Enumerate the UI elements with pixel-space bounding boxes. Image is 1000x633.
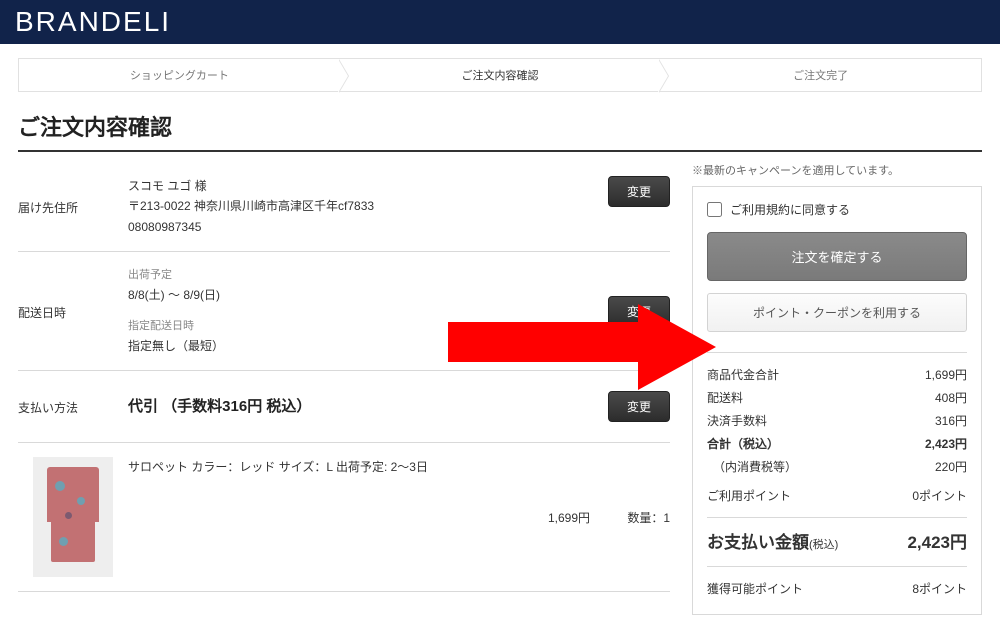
main-column: 届け先住所 スコモ ユゴ 様 〒213-0022 神奈川県川崎市高津区千年cf7… <box>18 162 670 615</box>
payment-section: 支払い方法 代引 （手数料316円 税込） 変更 <box>18 371 670 443</box>
item-size: サイズ：L <box>279 460 333 474</box>
subtotal-value: 1,699円 <box>925 366 967 383</box>
checkout-progress: ショッピングカート ご注文内容確認 ご注文完了 <box>18 58 982 92</box>
change-shipping-button[interactable]: 変更 <box>608 176 670 207</box>
ship-schedule-label: 出荷予定 <box>128 266 608 285</box>
payment-label: 支払い方法 <box>18 397 128 416</box>
brand-logo: BRANDELI <box>15 6 171 38</box>
product-image <box>33 457 113 577</box>
agree-label: ご利用規約に同意する <box>730 201 850 218</box>
delivery-section: 配送日時 出荷予定 8/8(土) ～ 8/9(日) 指定配送日時 指定無し（最短… <box>18 252 670 371</box>
payamount-value: 2,423円 <box>907 528 967 553</box>
agree-terms-row[interactable]: ご利用規約に同意する <box>707 201 967 218</box>
payment-method: 代引 （手数料316円 税込） <box>128 398 311 415</box>
payfee-label: 決済手数料 <box>707 412 767 429</box>
specified-date-label: 指定配送日時 <box>128 317 608 336</box>
usepoint-label: ご利用ポイント <box>707 487 791 504</box>
earnpoint-label: 獲得可能ポイント <box>707 580 803 597</box>
delivery-label: 配送日時 <box>18 302 128 321</box>
item-color: カラー：レッド <box>191 460 275 474</box>
totalinc-value: 2,423円 <box>925 435 967 452</box>
step-complete: ご注文完了 <box>660 59 981 91</box>
payamount-label: お支払い金額(税込) <box>707 528 838 553</box>
subtotal-label: 商品代金合計 <box>707 366 779 383</box>
shipping-address: 〒213-0022 神奈川県川崎市高津区千年cf7833 <box>128 196 608 216</box>
cart-item-row: サロペット カラー：レッド サイズ：L 出荷予定: 2〜3日 1,699円 数量… <box>18 443 670 592</box>
use-coupon-button[interactable]: ポイント・クーポンを利用する <box>707 293 967 332</box>
shipping-name: スコモ ユゴ 様 <box>128 176 608 196</box>
item-qty: 数量：1 <box>590 509 670 526</box>
innertax-label: （内消費税等） <box>707 458 797 475</box>
step-cart: ショッピングカート <box>19 59 340 91</box>
item-price: 1,699円 <box>515 509 590 526</box>
side-column: ※最新のキャンペーンを適用しています。 ご利用規約に同意する 注文を確定する ポ… <box>692 162 982 615</box>
agree-checkbox[interactable] <box>707 202 722 217</box>
item-name: サロペット <box>128 460 188 474</box>
payfee-value: 316円 <box>935 412 967 429</box>
order-summary-box: ご利用規約に同意する 注文を確定する ポイント・クーポンを利用する 商品代金合計… <box>692 186 982 615</box>
confirm-order-button[interactable]: 注文を確定する <box>707 232 967 281</box>
header: BRANDELI <box>0 0 1000 44</box>
ship-schedule-value: 8/8(土) ～ 8/9(日) <box>128 285 608 305</box>
usepoint-value: 0ポイント <box>912 487 967 504</box>
innertax-value: 220円 <box>935 458 967 475</box>
shipping-section: 届け先住所 スコモ ユゴ 様 〒213-0022 神奈川県川崎市高津区千年cf7… <box>18 162 670 252</box>
change-delivery-button[interactable]: 変更 <box>608 296 670 327</box>
page-title: ご注文内容確認 <box>18 110 982 152</box>
shipfee-value: 408円 <box>935 389 967 406</box>
shipfee-label: 配送料 <box>707 389 743 406</box>
totalinc-label: 合計（税込） <box>707 435 779 452</box>
specified-date-value: 指定無し（最短） <box>128 336 608 356</box>
step-confirm: ご注文内容確認 <box>340 59 661 91</box>
earnpoint-value: 8ポイント <box>912 580 967 597</box>
shipping-phone: 08080987345 <box>128 217 608 237</box>
item-ship: 出荷予定: 2〜3日 <box>336 460 428 474</box>
campaign-note: ※最新のキャンペーンを適用しています。 <box>692 162 982 178</box>
shipping-label: 届け先住所 <box>18 197 128 216</box>
change-payment-button[interactable]: 変更 <box>608 391 670 422</box>
